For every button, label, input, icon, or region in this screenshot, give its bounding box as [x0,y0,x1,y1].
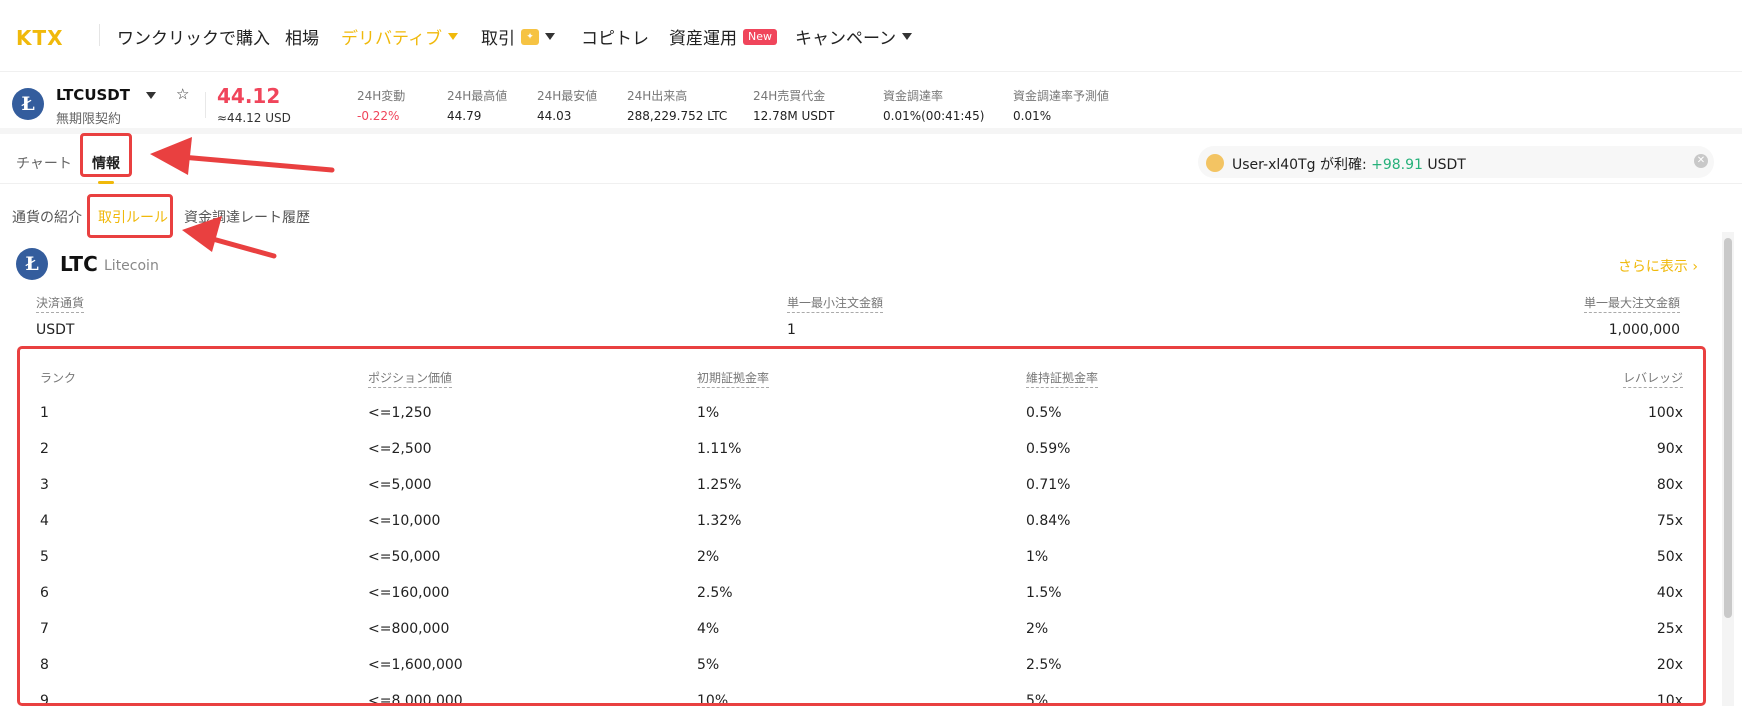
arrow-to-rules-tab [182,216,277,259]
arrow-to-info-tab [150,137,335,175]
annotation-arrows [150,137,335,259]
